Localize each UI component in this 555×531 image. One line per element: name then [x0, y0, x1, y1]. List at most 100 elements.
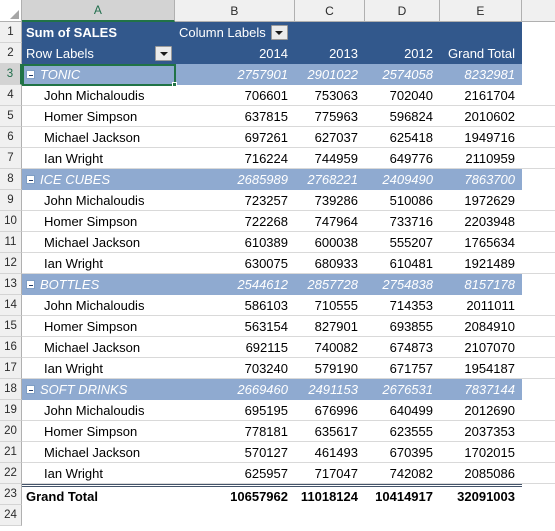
column-labels-filter-button[interactable] — [270, 25, 288, 40]
detail-value[interactable]: 2010602 — [440, 106, 522, 127]
detail-label[interactable]: Michael Jackson — [22, 442, 175, 463]
group-total-value[interactable]: 7837144 — [440, 379, 522, 400]
detail-value[interactable]: 693855 — [365, 316, 440, 337]
group-total-value[interactable]: 8157178 — [440, 274, 522, 295]
detail-value[interactable]: 2203948 — [440, 211, 522, 232]
cell-empty[interactable] — [522, 442, 555, 463]
cell-empty[interactable] — [522, 190, 555, 211]
column-header-label-1[interactable]: 2013 — [295, 43, 365, 64]
detail-value[interactable]: 610481 — [365, 253, 440, 274]
row-header-2[interactable]: 2 — [0, 43, 22, 64]
detail-value[interactable]: 706601 — [175, 85, 295, 106]
detail-value[interactable]: 716224 — [175, 148, 295, 169]
detail-value[interactable]: 703240 — [175, 358, 295, 379]
detail-value[interactable]: 676996 — [295, 400, 365, 421]
group-total-value[interactable]: 2544612 — [175, 274, 295, 295]
detail-label[interactable]: Homer Simpson — [22, 421, 175, 442]
cell-empty[interactable] — [522, 421, 555, 442]
cell-empty[interactable] — [522, 169, 555, 190]
detail-value[interactable]: 722268 — [175, 211, 295, 232]
row-header-12[interactable]: 12 — [0, 253, 22, 274]
grand-total-value[interactable]: 10657962 — [175, 484, 295, 505]
minus-icon[interactable] — [26, 385, 35, 394]
detail-value[interactable]: 1702015 — [440, 442, 522, 463]
detail-value[interactable]: 2161704 — [440, 85, 522, 106]
cell-empty[interactable] — [522, 295, 555, 316]
detail-value[interactable]: 627037 — [295, 127, 365, 148]
column-header-b[interactable]: B — [175, 0, 295, 22]
detail-value[interactable]: 555207 — [365, 232, 440, 253]
detail-value[interactable]: 674873 — [365, 337, 440, 358]
detail-value[interactable]: 461493 — [295, 442, 365, 463]
detail-value[interactable]: 733716 — [365, 211, 440, 232]
detail-value[interactable]: 744959 — [295, 148, 365, 169]
detail-value[interactable]: 637815 — [175, 106, 295, 127]
group-total-value[interactable]: 2754838 — [365, 274, 440, 295]
group-total-value[interactable]: 2901022 — [295, 64, 365, 85]
detail-label[interactable]: Ian Wright — [22, 148, 175, 169]
cell-empty[interactable] — [522, 505, 555, 526]
row-header-10[interactable]: 10 — [0, 211, 22, 232]
detail-value[interactable]: 640499 — [365, 400, 440, 421]
detail-value[interactable]: 623555 — [365, 421, 440, 442]
group-total-value[interactable]: 2409490 — [365, 169, 440, 190]
row-header-9[interactable]: 9 — [0, 190, 22, 211]
detail-value[interactable]: 2012690 — [440, 400, 522, 421]
row-header-20[interactable]: 20 — [0, 421, 22, 442]
detail-value[interactable]: 714353 — [365, 295, 440, 316]
row-header-11[interactable]: 11 — [0, 232, 22, 253]
cell-empty[interactable] — [522, 85, 555, 106]
detail-value[interactable]: 671757 — [365, 358, 440, 379]
row-header-15[interactable]: 15 — [0, 316, 22, 337]
detail-label[interactable]: John Michaloudis — [22, 295, 175, 316]
cell-empty[interactable] — [522, 274, 555, 295]
column-header-d[interactable]: D — [365, 0, 440, 22]
cell-empty[interactable] — [522, 232, 555, 253]
detail-value[interactable]: 563154 — [175, 316, 295, 337]
detail-value[interactable]: 600038 — [295, 232, 365, 253]
cell-empty[interactable] — [522, 484, 555, 505]
row-labels-cell[interactable]: Row Labels — [22, 43, 175, 64]
detail-value[interactable]: 625418 — [365, 127, 440, 148]
cell-empty[interactable] — [522, 43, 555, 64]
cell-empty[interactable] — [522, 148, 555, 169]
detail-value[interactable]: 630075 — [175, 253, 295, 274]
cell-empty[interactable] — [522, 337, 555, 358]
cell-empty[interactable] — [22, 505, 175, 526]
detail-value[interactable]: 723257 — [175, 190, 295, 211]
detail-label[interactable]: John Michaloudis — [22, 85, 175, 106]
cell-empty[interactable] — [522, 106, 555, 127]
detail-value[interactable]: 717047 — [295, 463, 365, 484]
detail-value[interactable]: 692115 — [175, 337, 295, 358]
detail-label[interactable]: Michael Jackson — [22, 127, 175, 148]
row-header-23[interactable]: 23 — [0, 484, 22, 505]
detail-value[interactable]: 710555 — [295, 295, 365, 316]
detail-value[interactable]: 586103 — [175, 295, 295, 316]
group-label-cell[interactable]: TONIC — [22, 64, 175, 85]
detail-value[interactable]: 1954187 — [440, 358, 522, 379]
cell-empty[interactable] — [522, 379, 555, 400]
detail-value[interactable]: 695195 — [175, 400, 295, 421]
column-header-f[interactable] — [522, 0, 555, 22]
cell-empty[interactable] — [522, 22, 555, 43]
detail-label[interactable]: Ian Wright — [22, 358, 175, 379]
cell-empty[interactable] — [522, 463, 555, 484]
cell-empty[interactable] — [522, 400, 555, 421]
row-labels-filter-button[interactable] — [155, 46, 172, 61]
column-header-label-3[interactable]: Grand Total — [440, 43, 522, 64]
detail-value[interactable]: 739286 — [295, 190, 365, 211]
cell-d1[interactable] — [365, 22, 440, 43]
grand-total-value[interactable]: 10414917 — [365, 484, 440, 505]
cell-empty[interactable] — [522, 211, 555, 232]
group-total-value[interactable]: 2857728 — [295, 274, 365, 295]
detail-value[interactable]: 1765634 — [440, 232, 522, 253]
group-total-value[interactable]: 2574058 — [365, 64, 440, 85]
column-labels-cell[interactable]: Column Labels — [175, 22, 295, 43]
cell-empty[interactable] — [295, 505, 365, 526]
detail-label[interactable]: John Michaloudis — [22, 190, 175, 211]
detail-value[interactable]: 2085086 — [440, 463, 522, 484]
detail-value[interactable]: 827901 — [295, 316, 365, 337]
detail-value[interactable]: 1949716 — [440, 127, 522, 148]
detail-label[interactable]: Ian Wright — [22, 253, 175, 274]
cell-empty[interactable] — [522, 358, 555, 379]
